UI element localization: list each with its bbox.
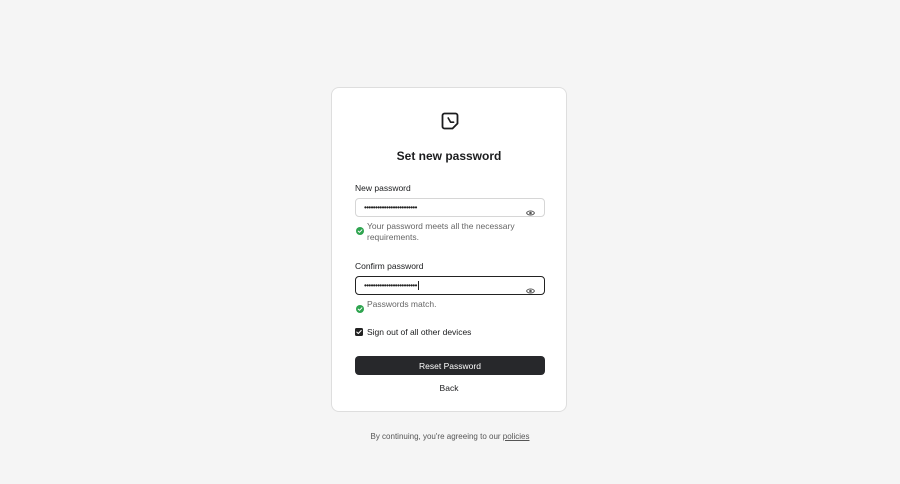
new-password-value: •••••••••••••••••••••••• xyxy=(364,203,417,212)
checkmark-icon xyxy=(356,329,362,335)
footer-text: By continuing, you're agreeing to our xyxy=(370,432,501,441)
footer-terms: By continuing, you're agreeing to our po… xyxy=(0,432,900,441)
sign-out-label: Sign out of all other devices xyxy=(367,327,472,337)
confirm-password-hint-text: Passwords match. xyxy=(367,299,437,309)
reset-password-button[interactable]: Reset Password xyxy=(355,356,545,375)
check-circle-icon xyxy=(356,222,364,235)
reset-password-card: Set new password New password ••••••••••… xyxy=(331,87,567,412)
new-password-input[interactable]: •••••••••••••••••••••••• xyxy=(355,198,545,217)
policies-link[interactable]: policies xyxy=(503,432,530,441)
sign-out-checkbox[interactable] xyxy=(355,328,363,336)
confirm-password-label: Confirm password xyxy=(355,261,424,271)
eye-icon[interactable] xyxy=(525,204,536,216)
sign-out-option[interactable]: Sign out of all other devices xyxy=(355,327,545,338)
brand-logo-icon xyxy=(441,112,459,130)
text-caret xyxy=(417,281,419,291)
check-circle-icon xyxy=(356,300,364,313)
new-password-label: New password xyxy=(355,183,411,193)
back-link[interactable]: Back xyxy=(332,383,566,393)
page-title: Set new password xyxy=(396,149,502,163)
new-password-hint-text: Your password meets all the necessary re… xyxy=(367,221,515,242)
eye-icon[interactable] xyxy=(525,282,536,294)
confirm-password-input[interactable]: •••••••••••••••••••••••• xyxy=(355,276,545,295)
confirm-password-value: •••••••••••••••••••••••• xyxy=(364,278,419,294)
confirm-password-dots: •••••••••••••••••••••••• xyxy=(364,281,417,290)
